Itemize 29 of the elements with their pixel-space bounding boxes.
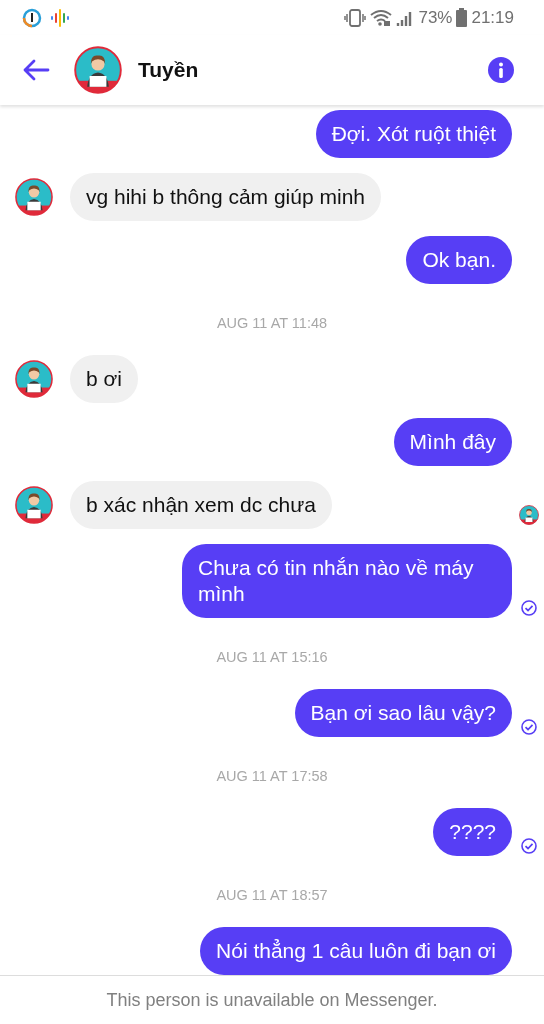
clock: 21:19: [471, 6, 514, 29]
avatar: [15, 360, 53, 398]
message-bubble: vg hihi b thông cảm giúp minh: [70, 173, 381, 221]
timestamp: AUG 11 AT 11:48: [215, 314, 329, 332]
message-bubble: Nói thẳng 1 câu luôn đi bạn ơi: [200, 927, 512, 975]
avatar: [74, 46, 122, 94]
info-button[interactable]: [488, 57, 514, 83]
contact-name: Tuyền: [138, 57, 199, 84]
message-bubble: b xác nhận xem dc chưa: [70, 481, 332, 529]
message-bubble: Mình đây: [393, 418, 512, 466]
message-bubble: b ơi: [70, 355, 138, 403]
timestamp: AUG 11 AT 18:57: [215, 886, 329, 904]
timestamp: AUG 11 AT 15:16: [215, 648, 329, 666]
back-button[interactable]: [22, 58, 50, 82]
podcast-icon: [50, 7, 70, 28]
message-bubble: Chưa có tin nhắn nào về máy mình: [182, 544, 512, 618]
vibrate-icon: [344, 8, 367, 27]
unavailable-notice: This person is unavailable on Messenger.: [106, 988, 438, 1012]
app-icon: [22, 7, 42, 28]
message-bubble: Ok bạn.: [406, 236, 512, 284]
battery-level: 73%: [418, 6, 453, 29]
message-bubble: ????: [433, 808, 512, 856]
avatar: [15, 178, 53, 216]
wifi-icon: [370, 8, 393, 27]
avatar: [15, 486, 53, 524]
battery-icon: [456, 8, 468, 27]
message-bubble: Đợi. Xót ruột thiệt: [315, 110, 512, 158]
message-bubble: Bạn ơi sao lâu vậy?: [294, 689, 512, 737]
timestamp: AUG 11 AT 17:58: [215, 767, 329, 785]
